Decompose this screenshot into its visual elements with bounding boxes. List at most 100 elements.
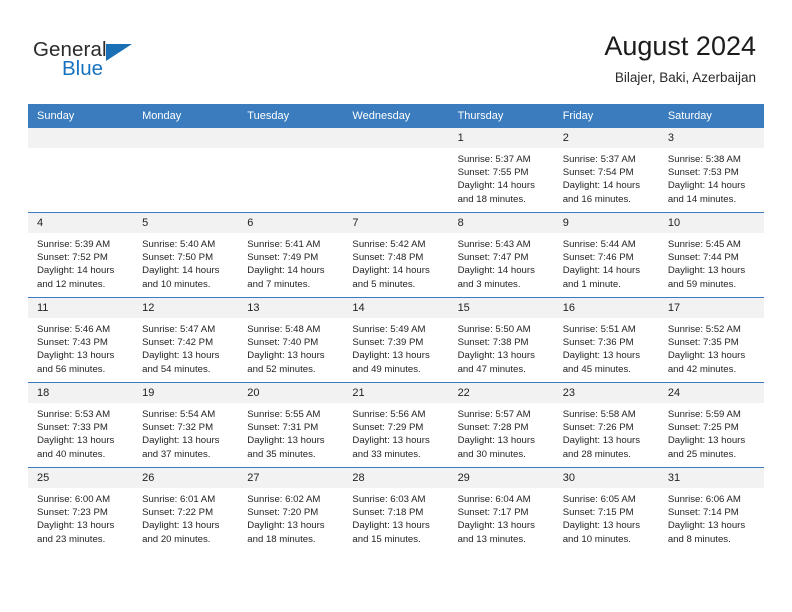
day-cell[interactable]: 19 Sunrise: 5:54 AM Sunset: 7:32 PM Dayl…: [133, 382, 239, 468]
day-cell[interactable]: 30 Sunrise: 6:05 AM Sunset: 7:15 PM Dayl…: [553, 467, 659, 552]
day-cell[interactable]: 15 Sunrise: 5:50 AM Sunset: 7:38 PM Dayl…: [448, 297, 554, 383]
day-number: 8: [448, 213, 554, 233]
day-cell[interactable]: 7 Sunrise: 5:42 AM Sunset: 7:48 PM Dayli…: [343, 212, 449, 298]
day-cell[interactable]: 9 Sunrise: 5:44 AM Sunset: 7:46 PM Dayli…: [553, 212, 659, 298]
day-cell[interactable]: 5 Sunrise: 5:40 AM Sunset: 7:50 PM Dayli…: [133, 212, 239, 298]
daylight-line-cont: and 47 minutes.: [457, 363, 526, 375]
day-cell[interactable]: 17 Sunrise: 5:52 AM Sunset: 7:35 PM Dayl…: [658, 297, 764, 383]
day-number: 4: [28, 213, 134, 233]
day-cell[interactable]: [238, 127, 344, 213]
daylight-line-cont: and 56 minutes.: [37, 363, 106, 375]
day-number: 26: [133, 468, 239, 488]
day-details: Sunrise: 5:39 AM Sunset: 7:52 PM Dayligh…: [28, 233, 133, 291]
weekday-header-saturday: Saturday: [658, 104, 764, 128]
sunrise-line: Sunrise: 5:42 AM: [352, 239, 426, 250]
daylight-line: Daylight: 13 hours: [352, 520, 430, 532]
day-cell[interactable]: 6 Sunrise: 5:41 AM Sunset: 7:49 PM Dayli…: [238, 212, 344, 298]
day-cell[interactable]: [28, 127, 134, 213]
sunrise-line: Sunrise: 5:53 AM: [37, 409, 111, 420]
daylight-line-cont: and 45 minutes.: [562, 363, 631, 375]
day-details: Sunrise: 5:59 AM Sunset: 7:25 PM Dayligh…: [659, 403, 764, 461]
daylight-line-cont: and 10 minutes.: [562, 533, 631, 545]
day-details: Sunrise: 5:37 AM Sunset: 7:54 PM Dayligh…: [554, 148, 659, 206]
triangle-logo-icon: [106, 44, 132, 61]
day-details: Sunrise: 5:50 AM Sunset: 7:38 PM Dayligh…: [449, 318, 554, 376]
daylight-line: Daylight: 13 hours: [37, 350, 115, 362]
daylight-line-cont: and 23 minutes.: [37, 533, 106, 545]
day-cell[interactable]: 11 Sunrise: 5:46 AM Sunset: 7:43 PM Dayl…: [28, 297, 134, 383]
day-cell[interactable]: 25 Sunrise: 6:00 AM Sunset: 7:23 PM Dayl…: [28, 467, 134, 552]
day-details: Sunrise: 6:02 AM Sunset: 7:20 PM Dayligh…: [238, 488, 343, 546]
day-cell[interactable]: 13 Sunrise: 5:48 AM Sunset: 7:40 PM Dayl…: [238, 297, 344, 383]
daylight-line: Daylight: 13 hours: [142, 350, 220, 362]
day-cell[interactable]: 31 Sunrise: 6:06 AM Sunset: 7:14 PM Dayl…: [658, 467, 764, 552]
brand-word-blue: Blue: [62, 57, 104, 80]
day-cell[interactable]: 27 Sunrise: 6:02 AM Sunset: 7:20 PM Dayl…: [238, 467, 344, 552]
weekday-header-wednesday: Wednesday: [343, 104, 449, 128]
day-cell[interactable]: 14 Sunrise: 5:49 AM Sunset: 7:39 PM Dayl…: [343, 297, 449, 383]
day-details: Sunrise: 5:46 AM Sunset: 7:43 PM Dayligh…: [28, 318, 133, 376]
day-cell[interactable]: 20 Sunrise: 5:55 AM Sunset: 7:31 PM Dayl…: [238, 382, 344, 468]
daylight-line: Daylight: 14 hours: [457, 180, 535, 192]
sunrise-line: Sunrise: 6:05 AM: [562, 494, 636, 505]
daylight-line-cont: and 18 minutes.: [247, 533, 316, 545]
daylight-line-cont: and 49 minutes.: [352, 363, 421, 375]
day-details: Sunrise: 5:58 AM Sunset: 7:26 PM Dayligh…: [554, 403, 659, 461]
daylight-line-cont: and 1 minute.: [562, 278, 621, 290]
sunset-line: Sunset: 7:43 PM: [37, 337, 108, 349]
day-number: 22: [448, 383, 554, 403]
day-number: 31: [658, 468, 764, 488]
day-cell[interactable]: 10 Sunrise: 5:45 AM Sunset: 7:44 PM Dayl…: [658, 212, 764, 298]
daylight-line-cont: and 16 minutes.: [562, 193, 631, 205]
sunset-line: Sunset: 7:50 PM: [142, 252, 214, 264]
day-cell[interactable]: 24 Sunrise: 5:59 AM Sunset: 7:25 PM Dayl…: [658, 382, 764, 468]
day-details: Sunrise: 5:53 AM Sunset: 7:33 PM Dayligh…: [28, 403, 133, 461]
sunrise-line: Sunrise: 6:03 AM: [352, 494, 426, 505]
daylight-line-cont: and 8 minutes.: [667, 533, 731, 545]
day-cell[interactable]: 22 Sunrise: 5:57 AM Sunset: 7:28 PM Dayl…: [448, 382, 554, 468]
sunset-line: Sunset: 7:15 PM: [562, 507, 634, 519]
day-cell[interactable]: 8 Sunrise: 5:43 AM Sunset: 7:47 PM Dayli…: [448, 212, 554, 298]
day-cell[interactable]: 23 Sunrise: 5:58 AM Sunset: 7:26 PM Dayl…: [553, 382, 659, 468]
day-cell[interactable]: [133, 127, 239, 213]
day-cell[interactable]: 4 Sunrise: 5:39 AM Sunset: 7:52 PM Dayli…: [28, 212, 134, 298]
day-cell[interactable]: 2 Sunrise: 5:37 AM Sunset: 7:54 PM Dayli…: [553, 127, 659, 213]
day-cell[interactable]: 26 Sunrise: 6:01 AM Sunset: 7:22 PM Dayl…: [133, 467, 239, 552]
daylight-line-cont: and 14 minutes.: [667, 193, 737, 205]
weekday-header-row: Sunday Monday Tuesday Wednesday Thursday…: [28, 104, 764, 128]
sunset-line: Sunset: 7:49 PM: [247, 252, 319, 264]
day-cell[interactable]: 3 Sunrise: 5:38 AM Sunset: 7:53 PM Dayli…: [658, 127, 764, 213]
day-number: 25: [28, 468, 134, 488]
daylight-line-cont: and 54 minutes.: [142, 363, 211, 375]
daylight-line-cont: and 40 minutes.: [37, 448, 106, 460]
day-cell[interactable]: 29 Sunrise: 6:04 AM Sunset: 7:17 PM Dayl…: [448, 467, 554, 552]
day-cell[interactable]: 1 Sunrise: 5:37 AM Sunset: 7:55 PM Dayli…: [448, 127, 554, 213]
daylight-line: Daylight: 13 hours: [247, 520, 325, 532]
sunset-line: Sunset: 7:55 PM: [457, 167, 529, 179]
sunset-line: Sunset: 7:46 PM: [562, 252, 634, 264]
day-cell[interactable]: 12 Sunrise: 5:47 AM Sunset: 7:42 PM Dayl…: [133, 297, 239, 383]
brand-logo[interactable]: General Blue: [33, 38, 233, 88]
sunset-line: Sunset: 7:54 PM: [562, 167, 634, 179]
sunset-line: Sunset: 7:39 PM: [352, 337, 424, 349]
day-number: 7: [343, 213, 449, 233]
weekday-header-monday: Monday: [133, 104, 239, 128]
sunset-line: Sunset: 7:44 PM: [667, 252, 739, 264]
day-number: 14: [343, 298, 449, 318]
weekday-header-sunday: Sunday: [28, 104, 134, 128]
day-cell[interactable]: [343, 127, 449, 213]
sunset-line: Sunset: 7:25 PM: [667, 422, 739, 434]
day-number: 5: [133, 213, 239, 233]
day-number: 11: [28, 298, 134, 318]
day-cell[interactable]: 18 Sunrise: 5:53 AM Sunset: 7:33 PM Dayl…: [28, 382, 134, 468]
calendar-body: 1 Sunrise: 5:37 AM Sunset: 7:55 PM Dayli…: [28, 127, 764, 552]
daylight-line: Daylight: 13 hours: [667, 435, 746, 447]
sunrise-line: Sunrise: 5:40 AM: [142, 239, 216, 250]
sunset-line: Sunset: 7:31 PM: [247, 422, 319, 434]
day-cell[interactable]: 21 Sunrise: 5:56 AM Sunset: 7:29 PM Dayl…: [343, 382, 449, 468]
day-cell[interactable]: 16 Sunrise: 5:51 AM Sunset: 7:36 PM Dayl…: [553, 297, 659, 383]
daylight-line-cont: and 37 minutes.: [142, 448, 211, 460]
day-cell[interactable]: 28 Sunrise: 6:03 AM Sunset: 7:18 PM Dayl…: [343, 467, 449, 552]
daylight-line-cont: and 15 minutes.: [352, 533, 421, 545]
sunrise-line: Sunrise: 5:37 AM: [457, 154, 531, 165]
